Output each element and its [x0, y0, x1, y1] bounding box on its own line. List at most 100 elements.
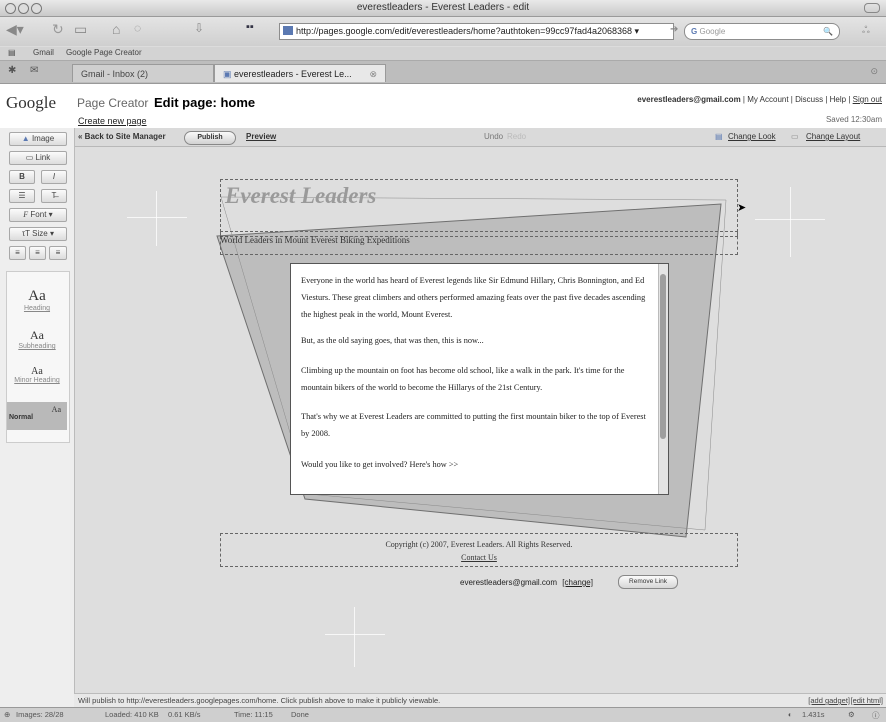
change-link-button[interactable]: [change] [562, 578, 593, 587]
add-gadget-link[interactable]: [add gadget] [808, 696, 850, 705]
window-title: everestleaders - Everest Leaders - edit [356, 2, 530, 13]
link-target-email: everestleaders@gmail.com [460, 578, 558, 587]
bookmarks-icon[interactable]: ▤ [8, 48, 16, 57]
speed-value: 1.431s [802, 710, 825, 719]
tab-strip: ✱ ✉ Gmail - Inbox (2) ▣ everestleaders -… [0, 61, 886, 84]
page-title: Edit page: home [154, 95, 256, 110]
toolbar-toggle-button[interactable] [864, 3, 880, 13]
formatting-panel: ▲ Image ▭ Link B I ☰ T̶ F Font ▾ τT Size… [0, 128, 75, 721]
content-paragraph: But, as the old saying goes, that was th… [301, 336, 484, 345]
scrollbar-thumb[interactable] [660, 274, 666, 439]
size-dropdown[interactable]: τT Size ▾ [9, 227, 67, 241]
main-content-editor[interactable]: Everyone in the world has heard of Evere… [290, 263, 669, 495]
magnifier-icon[interactable]: 🔍 [823, 24, 833, 39]
user-links: everestleaders@gmail.com | My Account | … [637, 95, 882, 104]
url-input[interactable]: http://pages.google.com/edit/everestlead… [279, 23, 674, 40]
contact-us-link[interactable]: Contact Us [220, 553, 738, 562]
remove-link-button[interactable]: Remove Link [618, 575, 678, 589]
redo-button[interactable]: Redo [507, 132, 526, 141]
insert-link-button[interactable]: ▭ Link [9, 151, 67, 165]
content-paragraph: That's why we at Everest Leaders are com… [301, 412, 646, 438]
site-subtitle[interactable]: World Leaders in Mount Everest Biking Ex… [220, 235, 410, 245]
search-placeholder: Google [699, 27, 726, 36]
create-new-page-link[interactable]: Create new page [78, 116, 147, 126]
google-search-icon: G [691, 27, 698, 36]
change-layout-link[interactable]: Change Layout [806, 132, 860, 141]
font-icon: F [23, 210, 29, 219]
insert-image-button[interactable]: ▲ Image [9, 132, 67, 146]
font-dropdown[interactable]: F Font ▾ [9, 208, 67, 222]
sign-out-link[interactable]: Sign out [853, 95, 882, 104]
mouse-cursor-icon: ➤ [737, 202, 747, 214]
clear-format-icon: T̶ [51, 191, 57, 200]
style-name: Subheading [18, 343, 56, 350]
tab-close-icon[interactable]: ⊗ [369, 65, 377, 83]
footer: Copyright (c) 2007, Everest Leaders. All… [220, 533, 738, 567]
preview-link[interactable]: Preview [246, 132, 276, 141]
settings-icon[interactable]: ⚙ [848, 710, 855, 719]
site-title[interactable]: Everest Leaders [225, 183, 376, 209]
align-left-button[interactable]: ≡ [9, 246, 26, 260]
stop-icon[interactable]: ▭ [74, 21, 87, 38]
downloads-icon[interactable]: ⇩ [194, 21, 204, 35]
style-name: Heading [23, 305, 51, 312]
style-subheading[interactable]: Aa Subheading [0, 328, 74, 350]
tab-everestleaders[interactable]: ▣ everestleaders - Everest Le... ⊗ [214, 64, 386, 82]
new-tab-icon[interactable]: ⊙ [870, 66, 878, 77]
link-label: Link [35, 153, 51, 162]
style-normal[interactable]: Aa Normal [7, 402, 67, 430]
bullet-list-button[interactable]: ☰ [9, 189, 35, 203]
content-scrollbar[interactable] [658, 264, 668, 494]
align-center-button[interactable]: ≡ [29, 246, 46, 260]
status-icon: ⊕ [4, 710, 11, 719]
content-paragraph: Climbing up the mountain on foot has bec… [301, 366, 625, 392]
style-minor-heading[interactable]: Aa Minor Heading [0, 366, 74, 384]
gmail-tab-icon[interactable]: ✉ [30, 65, 38, 76]
edit-html-link[interactable]: [edit html] [850, 696, 883, 705]
align-left-icon: ≡ [15, 248, 20, 257]
product-name: Page Creator [77, 96, 149, 110]
reload-icon[interactable]: ↻ [52, 21, 64, 38]
help-link[interactable]: Help [830, 95, 846, 104]
style-sample: Aa [31, 366, 43, 377]
chevron-down-icon: ▾ [49, 229, 54, 238]
publish-button[interactable]: Publish [184, 131, 236, 145]
back-icon[interactable]: ◀▾ [6, 21, 24, 38]
image-label: Image [31, 134, 55, 143]
copyright-text: Copyright (c) 2007, Everest Leaders. All… [385, 540, 573, 549]
extension-icon[interactable]: ஃ [862, 25, 870, 37]
change-layout-icon: ▭ [791, 132, 799, 141]
bookmarks-bar: ▤ Gmail Google Page Creator [0, 47, 886, 61]
undo-button[interactable]: Undo [484, 132, 503, 141]
image-icon: ▲ [21, 134, 30, 143]
tab-label: everestleaders - Everest Le... [234, 69, 352, 79]
italic-button[interactable]: I [41, 170, 67, 184]
go-arrow-icon[interactable]: ➔ [670, 24, 678, 35]
info-icon[interactable]: ⓘ [872, 710, 880, 721]
home-icon[interactable]: ⌂ [112, 21, 120, 37]
transfer-rate: 0.61 KB/s [168, 710, 201, 719]
site-identity-icon[interactable]: ▪▪ [246, 21, 254, 33]
style-sample: Aa [28, 288, 46, 304]
bold-button[interactable]: B [9, 170, 35, 184]
editing-canvas: Everest Leaders World Leaders in Mount E… [75, 147, 886, 693]
change-look-link[interactable]: Change Look [728, 132, 776, 141]
style-heading[interactable]: Aa Heading [0, 288, 74, 312]
bookmark-gmail[interactable]: Gmail [33, 48, 54, 57]
bookmark-page-creator[interactable]: Google Page Creator [66, 48, 142, 57]
my-account-link[interactable]: My Account [747, 95, 788, 104]
tab-gmail-inbox[interactable]: Gmail - Inbox (2) [72, 64, 214, 82]
align-right-button[interactable]: ≡ [49, 246, 67, 260]
back-to-site-manager-link[interactable]: « Back to Site Manager [78, 132, 166, 141]
navigation-toolbar: ◀▾ ↻ ▭ ⌂ ◌ ⇩ ▪▪ http://pages.google.com/… [0, 17, 886, 46]
align-right-icon: ≡ [55, 248, 61, 257]
tab-overflow-icon[interactable]: ✱ [8, 65, 16, 76]
search-input[interactable]: G Google 🔍 [684, 23, 840, 40]
tab-label: Gmail - Inbox (2) [81, 69, 149, 79]
style-name: Normal [9, 414, 34, 421]
discuss-link[interactable]: Discuss [795, 95, 823, 104]
history-icon[interactable]: ◌ [134, 21, 141, 35]
page-creator-header: Google Page Creator Edit page: home Crea… [0, 84, 886, 128]
publish-message: Will publish to http://everestleaders.go… [78, 696, 441, 705]
clear-format-button[interactable]: T̶ [41, 189, 67, 203]
